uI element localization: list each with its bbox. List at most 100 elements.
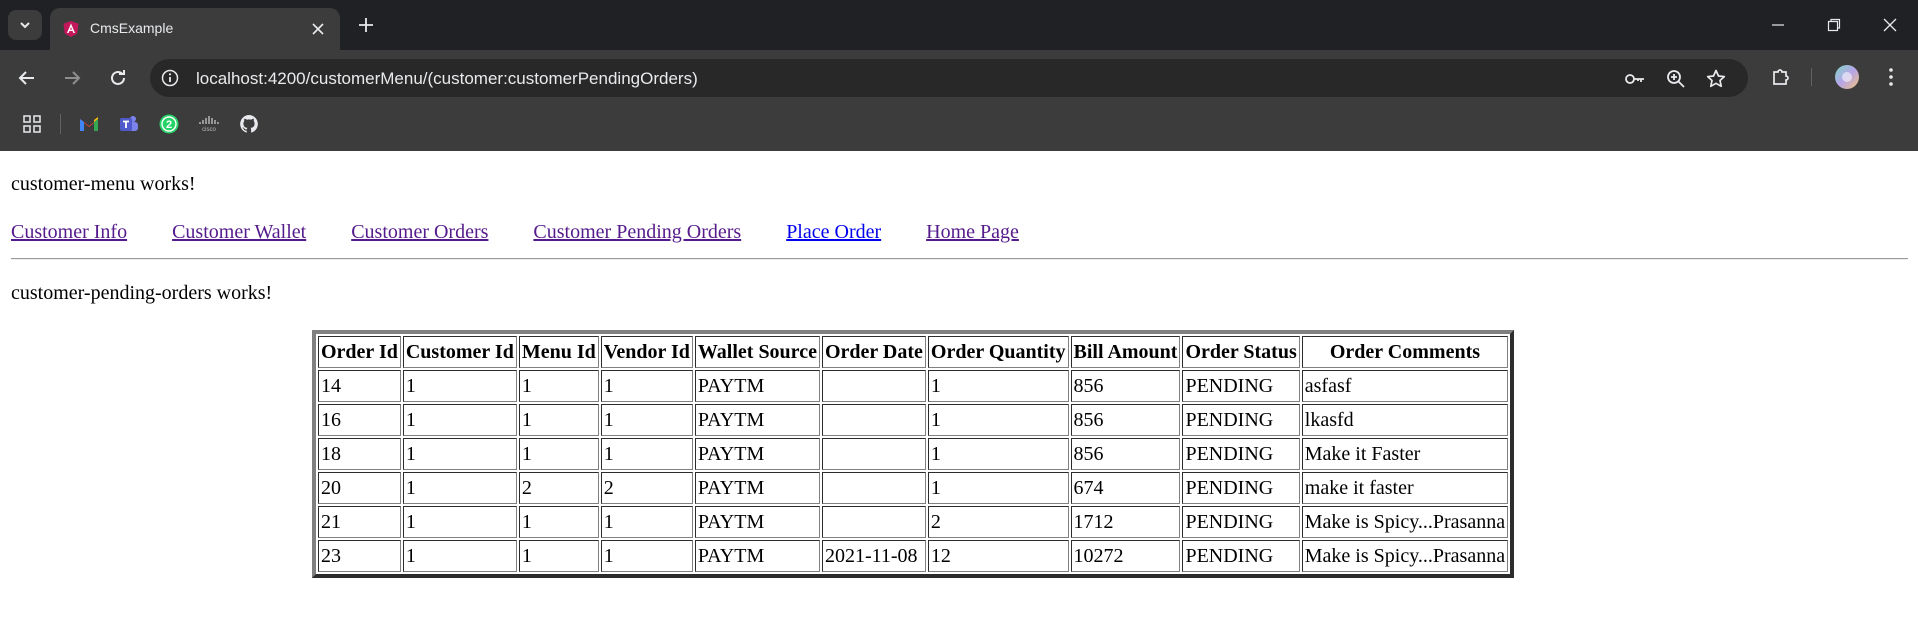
cell-bill-amount: 856 xyxy=(1070,404,1181,436)
url-text: localhost:4200/customerMenu/(customer:cu… xyxy=(196,69,698,88)
apps-icon xyxy=(23,115,41,133)
cell-menu-id: 2 xyxy=(518,472,599,504)
nav-link-customer-wallet[interactable]: Customer Wallet xyxy=(172,221,306,243)
customer-nav: Customer Info Customer Wallet Customer O… xyxy=(11,221,1059,244)
browser-chrome: CmsExample localhost:4200/customerMenu/(… xyxy=(0,0,1918,151)
cell-order-date xyxy=(821,506,926,538)
back-button[interactable] xyxy=(12,63,42,93)
address-bar[interactable]: localhost:4200/customerMenu/(customer:cu… xyxy=(150,59,1748,97)
site-info-button[interactable] xyxy=(160,68,180,88)
forward-button[interactable] xyxy=(57,63,87,93)
customer-menu-works-text: customer-menu works! xyxy=(11,173,196,195)
cell-order-date xyxy=(821,472,926,504)
cell-customer-id: 1 xyxy=(402,370,517,402)
tab-title: CmsExample xyxy=(90,20,174,36)
cell-order-id: 23 xyxy=(318,540,401,572)
cell-wallet-source: PAYTM xyxy=(694,506,820,538)
cell-order-status: PENDING xyxy=(1182,472,1300,504)
cell-order-comments: Make is Spicy...Prasanna xyxy=(1301,540,1509,572)
nav-link-customer-orders[interactable]: Customer Orders xyxy=(351,221,488,243)
chevron-down-icon xyxy=(20,22,30,29)
github-icon xyxy=(240,115,258,133)
header-order-id: Order Id xyxy=(318,336,401,368)
cell-order-status: PENDING xyxy=(1182,540,1300,572)
arrow-left-icon xyxy=(18,71,34,85)
profile-button[interactable] xyxy=(1834,64,1860,90)
teams-bookmark[interactable] xyxy=(118,113,140,135)
cell-vendor-id: 1 xyxy=(600,438,693,470)
bookmark-separator xyxy=(60,114,61,134)
minimize-button[interactable] xyxy=(1766,13,1790,37)
window-close-button[interactable] xyxy=(1878,13,1902,37)
cisco-bookmark[interactable]: cisco xyxy=(198,113,220,135)
cell-wallet-source: PAYTM xyxy=(694,438,820,470)
info-icon xyxy=(161,69,179,87)
restore-button[interactable] xyxy=(1822,13,1846,37)
cell-bill-amount: 10272 xyxy=(1070,540,1181,572)
nav-link-place-order[interactable]: Place Order xyxy=(786,221,881,243)
cell-order-date xyxy=(821,404,926,436)
tab-close-button[interactable] xyxy=(308,19,328,39)
extensions-button[interactable] xyxy=(1768,64,1794,90)
cell-order-quantity: 1 xyxy=(927,438,1069,470)
zoom-button[interactable] xyxy=(1665,68,1687,90)
new-tab-button[interactable] xyxy=(354,13,378,37)
header-menu-id: Menu Id xyxy=(518,336,599,368)
cell-menu-id: 1 xyxy=(518,540,599,572)
cell-order-quantity: 1 xyxy=(927,404,1069,436)
avatar-icon xyxy=(1835,65,1859,89)
close-icon xyxy=(1883,18,1897,32)
page-content: customer-menu works! Customer Info Custo… xyxy=(0,151,1918,628)
github-bookmark[interactable] xyxy=(238,113,260,135)
pending-orders-table: Order Id Customer Id Menu Id Vendor Id W… xyxy=(312,330,1515,578)
restore-icon xyxy=(1827,18,1841,32)
puzzle-icon xyxy=(1773,69,1789,85)
header-bill-amount: Bill Amount xyxy=(1070,336,1181,368)
nav-link-customer-pending-orders[interactable]: Customer Pending Orders xyxy=(533,221,741,243)
cell-order-quantity: 2 xyxy=(927,506,1069,538)
cell-order-comments: lkasfd xyxy=(1301,404,1509,436)
table-row: 20 1 2 2 PAYTM 1 674 PENDING make it faster xyxy=(318,472,1509,504)
header-order-quantity: Order Quantity xyxy=(927,336,1069,368)
bookmark-star-button[interactable] xyxy=(1705,68,1727,90)
cell-vendor-id: 1 xyxy=(600,506,693,538)
cell-order-date: 2021-11-08 xyxy=(821,540,926,572)
cell-order-comments: Make it Faster xyxy=(1301,438,1509,470)
nav-link-home-page[interactable]: Home Page xyxy=(926,221,1019,243)
teams-icon xyxy=(120,116,138,131)
cell-wallet-source: PAYTM xyxy=(694,472,820,504)
cell-vendor-id: 1 xyxy=(600,540,693,572)
browser-menu-button[interactable] xyxy=(1878,64,1904,90)
table-header-row: Order Id Customer Id Menu Id Vendor Id W… xyxy=(318,336,1509,368)
cell-order-status: PENDING xyxy=(1182,506,1300,538)
whatsapp-badge: 2 xyxy=(166,119,172,131)
table-row: 18 1 1 1 PAYTM 1 856 PENDING Make it Faster xyxy=(318,438,1509,470)
tab-cmsexample[interactable]: CmsExample xyxy=(50,8,340,50)
table-row: 23 1 1 1 PAYTM 2021-11-08 12 10272 PENDING Make i… xyxy=(318,540,1509,572)
apps-bookmark[interactable] xyxy=(21,113,43,135)
header-order-comments: Order Comments xyxy=(1301,336,1509,368)
cell-vendor-id: 1 xyxy=(600,370,693,402)
whatsapp-bookmark[interactable]: 2 xyxy=(158,113,180,135)
cell-bill-amount: 856 xyxy=(1070,370,1181,402)
tab-strip: CmsExample xyxy=(0,0,1918,50)
header-order-date: Order Date xyxy=(821,336,926,368)
star-icon xyxy=(1706,69,1726,88)
cisco-wordmark: cisco xyxy=(202,127,216,133)
password-key-button[interactable] xyxy=(1624,68,1646,90)
header-vendor-id: Vendor Id xyxy=(600,336,693,368)
cell-bill-amount: 1712 xyxy=(1070,506,1181,538)
cell-customer-id: 1 xyxy=(402,540,517,572)
header-wallet-source: Wallet Source xyxy=(694,336,820,368)
cell-order-id: 18 xyxy=(318,438,401,470)
nav-link-customer-info[interactable]: Customer Info xyxy=(11,221,127,243)
cell-order-comments: Make is Spicy...Prasanna xyxy=(1301,506,1509,538)
reload-button[interactable] xyxy=(103,63,133,93)
cell-order-id: 21 xyxy=(318,506,401,538)
gmail-bookmark[interactable] xyxy=(78,113,100,135)
toolbar-separator xyxy=(1811,68,1812,86)
cell-order-status: PENDING xyxy=(1182,370,1300,402)
cell-order-id: 14 xyxy=(318,370,401,402)
zoom-icon xyxy=(1667,70,1685,88)
tab-search-button[interactable] xyxy=(8,10,42,40)
